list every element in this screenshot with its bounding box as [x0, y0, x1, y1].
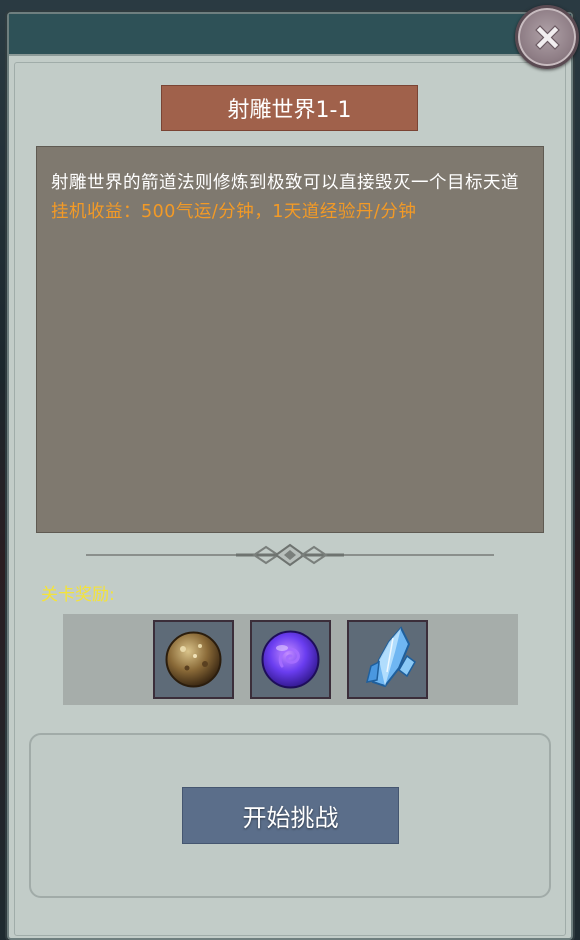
purple-orb-icon: [261, 630, 320, 689]
reward-slot-2[interactable]: [250, 620, 331, 699]
reward-label: 关卡奖励:: [41, 585, 115, 605]
bronze-orb-icon: [165, 631, 222, 688]
stage-description: 射雕世界的箭道法则修炼到极致可以直接毁灭一个目标天道: [51, 173, 519, 193]
close-icon: [535, 25, 560, 50]
close-button[interactable]: [515, 5, 579, 69]
ornament-divider: [86, 543, 494, 567]
ice-crystal-icon: [365, 626, 416, 688]
description-panel: 射雕世界的箭道法则修炼到极致可以直接毁灭一个目标天道 挂机收益：500气运/分钟…: [36, 146, 544, 533]
idle-income-text: 挂机收益：500气运/分钟，1天道经验丹/分钟: [51, 202, 417, 222]
reward-slot-3[interactable]: [347, 620, 428, 699]
reward-slot-1[interactable]: [153, 620, 234, 699]
start-challenge-button[interactable]: 开始挑战: [182, 787, 399, 844]
start-challenge-label: 开始挑战: [242, 804, 339, 832]
stage-title-text: 射雕世界1-1: [227, 98, 352, 123]
stage-title: 射雕世界1-1: [161, 85, 418, 131]
dialog-header-bar: [9, 14, 571, 56]
